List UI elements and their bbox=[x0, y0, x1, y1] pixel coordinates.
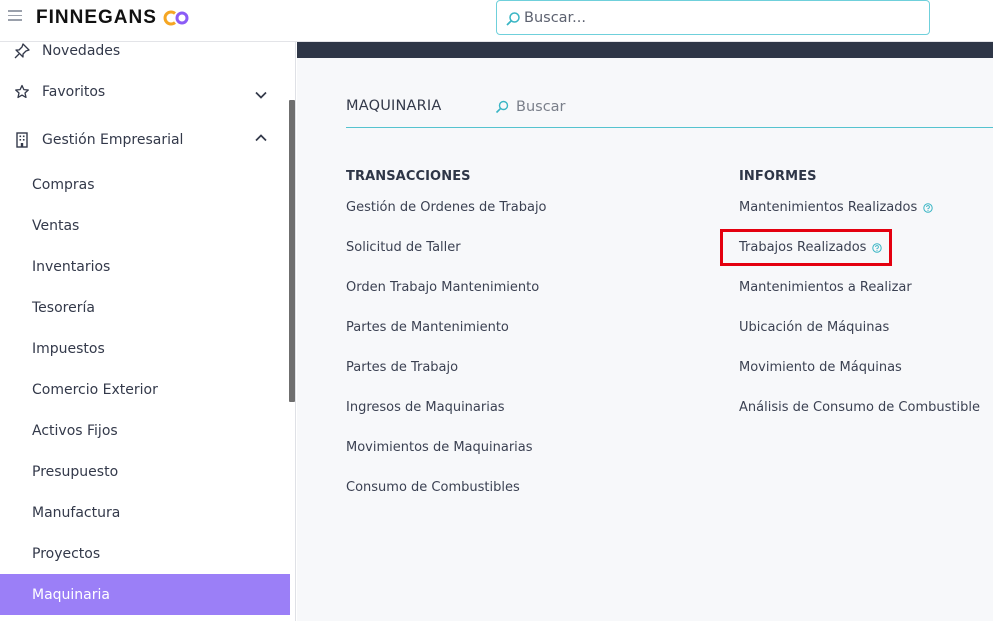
transaccion-link[interactable]: Ingresos de Maquinarias bbox=[346, 400, 505, 415]
module-search-input[interactable] bbox=[516, 96, 786, 118]
sidebar-sub-item[interactable]: Activos Fijos bbox=[0, 410, 290, 451]
chevron-up-icon[interactable] bbox=[254, 131, 268, 145]
sidebar-sub-item-label: Comercio Exterior bbox=[32, 381, 158, 398]
sidebar-sub-item-label: Ventas bbox=[32, 217, 80, 234]
informe-link[interactable]: Ubicación de Máquinas bbox=[739, 320, 889, 335]
transaccion-link[interactable]: Partes de Trabajo bbox=[346, 360, 458, 375]
building-icon bbox=[16, 132, 28, 148]
informe-link[interactable]: Mantenimientos a Realizar bbox=[739, 280, 912, 295]
pin-icon bbox=[14, 43, 30, 59]
chevron-down-icon[interactable] bbox=[254, 88, 268, 102]
informes-heading: INFORMES bbox=[739, 169, 817, 184]
informe-link[interactable]: Análisis de Consumo de Combustible bbox=[739, 400, 980, 415]
sidebar-scrollbar[interactable] bbox=[289, 100, 295, 402]
sidebar-sub-item[interactable]: Manufactura bbox=[0, 492, 290, 533]
transaccion-link[interactable]: Movimientos de Maquinarias bbox=[346, 440, 533, 455]
sidebar-sub-item-label: Inventarios bbox=[32, 258, 111, 275]
sidebar-sub-item[interactable]: Inventarios bbox=[0, 246, 290, 287]
sidebar-sub-item-label: Maquinaria bbox=[32, 586, 110, 603]
sidebar-sub-item[interactable]: Ventas bbox=[0, 205, 290, 246]
sidebar-sub-item[interactable]: Compras bbox=[0, 164, 290, 205]
transaccion-link[interactable]: Consumo de Combustibles bbox=[346, 480, 520, 495]
sidebar-item-novedades[interactable]: Novedades bbox=[0, 30, 290, 71]
sidebar-item-gestion-empresarial[interactable]: Gestión Empresarial bbox=[0, 119, 290, 160]
transaccion-link[interactable]: Partes de Mantenimiento bbox=[346, 320, 509, 335]
main-content: MAQUINARIA TRANSACCIONES Gestión de Orde… bbox=[297, 42, 993, 621]
brand-name: FINNEGANS bbox=[36, 7, 157, 28]
sidebar-sub-item[interactable]: Proyectos bbox=[0, 533, 290, 574]
sidebar-sub-item-label: Manufactura bbox=[32, 504, 121, 521]
highlight-box bbox=[720, 229, 892, 266]
help-circle-icon[interactable] bbox=[923, 202, 933, 213]
sidebar-sub-item-label: Proyectos bbox=[32, 545, 101, 562]
brand-logo[interactable]: FINNEGANS bbox=[36, 7, 191, 29]
transaccion-link[interactable]: Solicitud de Taller bbox=[346, 240, 461, 255]
transacciones-heading: TRANSACCIONES bbox=[346, 169, 471, 184]
star-icon bbox=[15, 84, 29, 99]
global-search-box[interactable] bbox=[496, 0, 930, 35]
transaccion-link[interactable]: Gestión de Ordenes de Trabajo bbox=[346, 200, 547, 215]
sidebar: Novedades Favoritos Gestión Empresarial … bbox=[0, 42, 296, 621]
sidebar-item-label: Gestión Empresarial bbox=[42, 131, 184, 148]
sidebar-sub-item[interactable]: Tesorería bbox=[0, 287, 290, 328]
hamburger-menu-icon[interactable] bbox=[8, 10, 22, 24]
global-search-input[interactable] bbox=[524, 7, 914, 29]
sidebar-sub-item-label: Compras bbox=[32, 176, 95, 193]
sidebar-sub-item[interactable]: Comercio Exterior bbox=[0, 369, 290, 410]
sidebar-sub-item-label: Impuestos bbox=[32, 340, 105, 357]
sidebar-sub-item-active[interactable]: Maquinaria bbox=[0, 574, 290, 615]
sidebar-item-label: Favoritos bbox=[42, 83, 106, 100]
main-header-band bbox=[297, 42, 993, 58]
sidebar-item-favoritos[interactable]: Favoritos bbox=[0, 71, 290, 112]
module-search-box[interactable] bbox=[495, 96, 795, 118]
transaccion-link[interactable]: Orden Trabajo Mantenimiento bbox=[346, 280, 539, 295]
sidebar-sub-item-label: Tesorería bbox=[32, 299, 95, 316]
sidebar-sub-item-label: Presupuesto bbox=[32, 463, 119, 480]
informe-link[interactable]: Movimiento de Máquinas bbox=[739, 360, 902, 375]
sidebar-sub-item[interactable]: Presupuesto bbox=[0, 451, 290, 492]
sidebar-sub-item[interactable]: Impuestos bbox=[0, 328, 290, 369]
sidebar-sub-item-label: Activos Fijos bbox=[32, 422, 118, 439]
module-title: MAQUINARIA bbox=[346, 98, 442, 114]
finnegans-logo-icon bbox=[163, 10, 189, 26]
informe-link-label: Mantenimientos Realizados bbox=[739, 200, 918, 215]
search-icon bbox=[495, 100, 509, 114]
sidebar-item-label: Novedades bbox=[42, 42, 121, 59]
informe-link-mantenimientos-realizados[interactable]: Mantenimientos Realizados bbox=[739, 200, 933, 215]
module-search-underline bbox=[346, 127, 993, 128]
search-icon bbox=[506, 12, 520, 26]
